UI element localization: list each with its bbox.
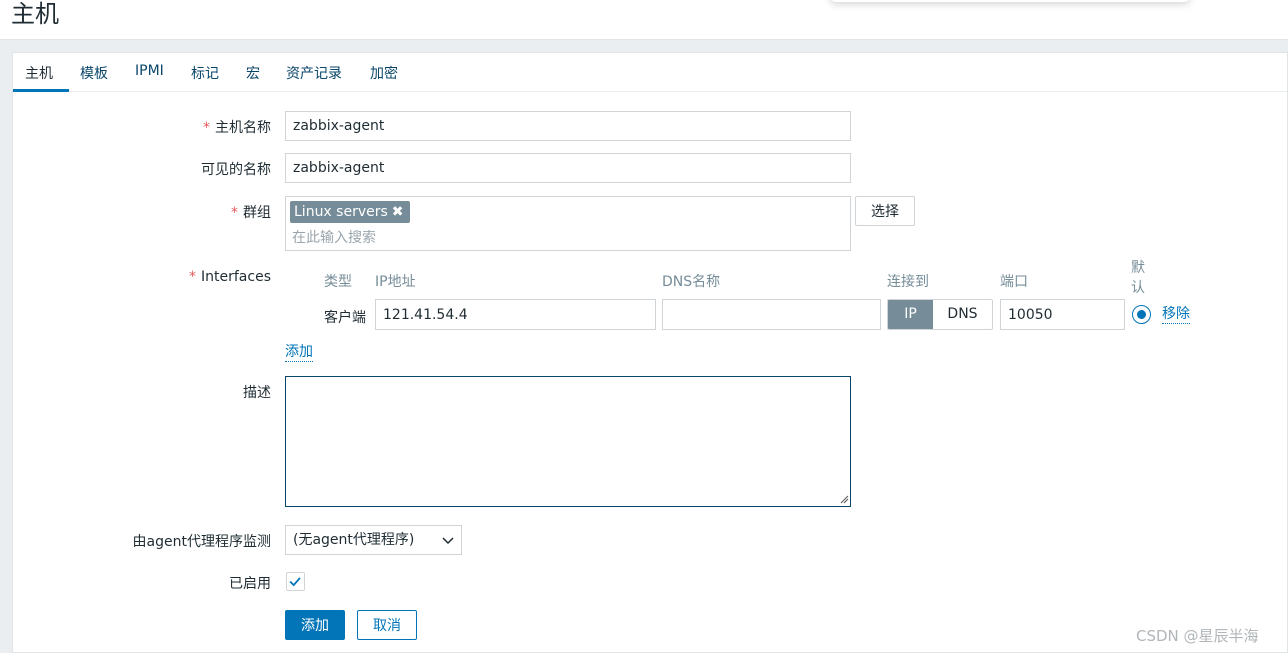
- host-name-input[interactable]: [285, 111, 851, 141]
- connect-to-toggle: IP DNS: [887, 299, 993, 330]
- radio-selected-dot: [1137, 310, 1146, 319]
- interface-dns-input[interactable]: [662, 299, 881, 330]
- col-ip: IP地址: [375, 274, 416, 290]
- active-tab-indicator: [13, 89, 69, 92]
- tab-templates[interactable]: 模板: [80, 63, 108, 83]
- interface-ip-input[interactable]: [375, 299, 656, 330]
- col-connect: 连接到: [887, 274, 929, 290]
- page-header: 主机: [0, 0, 1288, 40]
- tab-inventory[interactable]: 资产记录: [286, 63, 342, 83]
- groups-multiselect[interactable]: Linux servers ✖ 在此输入搜索: [285, 196, 851, 251]
- proxy-select-value: (无agent代理程序): [293, 532, 415, 548]
- host-name-label: * 主机名称: [203, 117, 271, 137]
- interface-port-input[interactable]: [1000, 299, 1125, 330]
- col-dns: DNS名称: [662, 274, 721, 290]
- host-name-label-text: 主机名称: [215, 120, 271, 136]
- cancel-button[interactable]: 取消: [357, 610, 417, 640]
- col-default: 默认: [1131, 260, 1145, 296]
- remove-interface-link[interactable]: 移除: [1162, 306, 1190, 324]
- connect-ip-option[interactable]: IP: [888, 300, 933, 329]
- connect-dns-option[interactable]: DNS: [933, 300, 992, 329]
- proxy-select[interactable]: (无agent代理程序): [285, 525, 462, 555]
- groups-search-input[interactable]: 在此输入搜索: [292, 227, 376, 247]
- interfaces-label-text: Interfaces: [201, 269, 271, 285]
- tab-host[interactable]: 主机: [25, 63, 53, 83]
- visible-name-label: 可见的名称: [201, 162, 271, 178]
- add-button[interactable]: 添加: [285, 610, 345, 640]
- required-marker: *: [189, 269, 197, 285]
- description-label: 描述: [243, 385, 271, 401]
- required-marker: *: [203, 120, 210, 136]
- group-tag: Linux servers ✖: [290, 201, 410, 223]
- tab-bar: 主机 模板 IPMI 标记 宏 资产记录 加密: [13, 53, 1287, 92]
- col-type: 类型: [324, 274, 352, 290]
- checkmark-icon: [289, 577, 301, 587]
- add-interface-link[interactable]: 添加: [285, 344, 313, 362]
- interface-type-agent: 客户端: [324, 310, 366, 326]
- watermark: CSDN @星辰半海: [1136, 627, 1259, 645]
- popup-edge: [830, 0, 1190, 2]
- required-marker: *: [231, 205, 238, 221]
- interfaces-label: * Interfaces: [189, 269, 271, 285]
- enabled-label: 已启用: [229, 576, 271, 592]
- tab-ipmi[interactable]: IPMI: [135, 63, 164, 79]
- host-form-panel: 主机 模板 IPMI 标记 宏 资产记录 加密 *主机名称 可见的名称 *群组 …: [12, 52, 1288, 653]
- tab-tags[interactable]: 标记: [191, 63, 219, 83]
- visible-name-input[interactable]: [285, 153, 851, 183]
- resize-grip-icon[interactable]: [839, 494, 849, 504]
- proxy-label: 由agent代理程序监测: [132, 534, 271, 550]
- default-interface-radio[interactable]: [1132, 305, 1151, 324]
- description-textarea[interactable]: [285, 376, 851, 507]
- groups-label-text: 群组: [243, 205, 271, 221]
- tab-encryption[interactable]: 加密: [370, 63, 398, 83]
- page-title: 主机: [11, 0, 59, 28]
- group-tag-label: Linux servers: [294, 204, 388, 220]
- enabled-checkbox[interactable]: [286, 572, 305, 591]
- tab-macros[interactable]: 宏: [246, 63, 260, 83]
- groups-label: * 群组: [231, 202, 271, 222]
- chevron-down-icon: [442, 537, 454, 545]
- col-port: 端口: [1000, 274, 1028, 290]
- remove-tag-icon[interactable]: ✖: [392, 201, 404, 223]
- select-groups-button[interactable]: 选择: [855, 196, 915, 226]
